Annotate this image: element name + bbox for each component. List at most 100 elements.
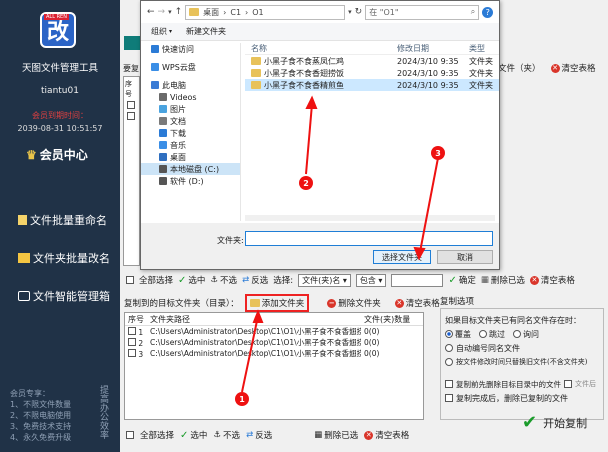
source-row-checkbox[interactable] <box>127 112 135 120</box>
member-center-label: 会员中心 <box>39 148 88 162</box>
cancel-button[interactable]: 取消 <box>437 250 493 264</box>
sidebar: 改 ALL REN 天图文件管理工具 tiantu01 会员到期时间： 2039… <box>0 0 120 452</box>
filter-op-select[interactable]: 包含 ▾ <box>355 273 387 287</box>
file-row[interactable]: 小黑子食不食蒸凤仁鸡 2024/3/10 9:35 文件夹 <box>245 55 499 67</box>
nav-item[interactable]: 本地磁盘 (C:) <box>141 163 240 175</box>
col-name[interactable]: 名称 <box>245 43 397 54</box>
source-row-checkbox[interactable] <box>127 101 135 109</box>
folder-field-label: 文件夹: <box>217 236 244 245</box>
recent-icon[interactable]: ▾ <box>168 8 172 16</box>
folder-icon <box>18 253 30 263</box>
forward-icon[interactable]: → <box>158 7 166 17</box>
delete-selected-button[interactable]: ▦ 删除已选 <box>481 274 525 286</box>
row-checkbox[interactable] <box>128 337 136 346</box>
radio-keep-time[interactable]: 按文件修改时间只替换旧文件(不含文件夹) <box>445 355 599 369</box>
help-icon[interactable]: ? <box>482 6 494 18</box>
unselect-button[interactable]: ⚓ 不选 <box>210 274 237 286</box>
dialog-toolbar: 组织 ▾ 新建文件夹 <box>141 23 499 41</box>
table-row[interactable]: 2 C:\Users\Administrator\Desktop\C1\O1\小… <box>125 337 423 348</box>
start-copy-button[interactable]: ✔ 开始复制 <box>522 412 587 433</box>
filter-bar: 全部选择 ✓ 选中 ⚓ 不选 ⇄ 反选 选择: 文件(夹)名 ▾ 包含 ▾ ✓ … <box>126 272 604 288</box>
nav-item[interactable]: 音乐 <box>141 139 240 151</box>
breadcrumb-c1[interactable]: C1 <box>230 8 241 17</box>
radio-skip[interactable]: 跳过 <box>479 329 505 340</box>
col-type[interactable]: 类型 <box>469 43 499 54</box>
select-folder-button[interactable]: 选择文件夹 <box>373 250 431 264</box>
computer-icon <box>151 81 159 89</box>
filter-value-input[interactable] <box>391 273 444 287</box>
source-list-table[interactable]: 序号 <box>123 76 140 266</box>
nav-item[interactable]: Videos <box>141 91 240 103</box>
nav-item[interactable]: 文档 <box>141 115 240 127</box>
nav-item[interactable]: WPS云盘 <box>141 61 240 73</box>
nav-item-label: Videos <box>170 92 197 102</box>
organize-button[interactable]: 组织 ▾ <box>151 26 172 37</box>
member-center-button[interactable]: ♛ 会员中心 <box>26 146 116 163</box>
clear-target-button[interactable]: ✕ 清空表格 <box>394 297 440 309</box>
back-icon[interactable]: ← <box>147 7 155 17</box>
nav-item-label: 此电脑 <box>162 80 186 90</box>
delete-file-button[interactable]: 文件（夹） <box>498 62 541 74</box>
nav-item[interactable]: 图片 <box>141 103 240 115</box>
nav-smart-manage[interactable]: 文件智能管理箱 <box>18 288 110 304</box>
radio-overwrite[interactable]: 覆盖 <box>445 329 471 340</box>
clear-before-label: 复制前先删除目标目录中的文件 <box>456 379 561 389</box>
refresh-icon[interactable]: ↻ <box>355 7 363 17</box>
nav-item[interactable]: 桌面 <box>141 151 240 163</box>
suffix-checkbox[interactable] <box>564 380 572 388</box>
bottom-select-all-checkbox[interactable] <box>126 431 134 439</box>
file-row[interactable]: 小黑子食不食香翅捞饭 2024/3/10 9:35 文件夹 <box>245 67 499 79</box>
breadcrumb-o1[interactable]: O1 <box>252 8 263 17</box>
col-no: 序号 <box>128 314 144 324</box>
file-row-selected[interactable]: 小黑子食不食香精煎鱼 2024/3/10 9:35 文件夹 <box>245 79 499 91</box>
address-bar[interactable]: 桌面 › C1 › O1 <box>185 4 346 20</box>
slogan: 提高办公效率 <box>98 385 108 439</box>
select-button[interactable]: ✓ 选中 <box>178 274 206 287</box>
bottom-clear-table-button[interactable]: ✕ 清空表格 <box>364 429 409 441</box>
delete-selected-label: 删除已选 <box>490 276 525 286</box>
bottom-invert-button[interactable]: ⇄ 反选 <box>246 429 272 441</box>
col-date[interactable]: 修改日期 <box>397 43 469 54</box>
horizontal-scrollbar[interactable] <box>245 215 495 221</box>
breadcrumb-desktop[interactable]: 桌面 <box>203 7 219 18</box>
select-label: 选中 <box>188 276 206 286</box>
clear-table-label: 清空表格 <box>540 276 575 286</box>
bottom-delete-selected-button[interactable]: ▦ 删除已选 <box>314 429 358 441</box>
radio-auto-number[interactable]: 自动编号同名文件 <box>445 341 599 355</box>
search-input[interactable]: 在 "O1" ⌕ <box>365 4 480 20</box>
table-row[interactable]: 1 C:\Users\Administrator\Desktop\C1\O1\小… <box>125 326 423 337</box>
bottom-select-button[interactable]: ✓ 选中 <box>180 429 207 442</box>
clear-table-button[interactable]: ✕ 清空表格 <box>529 274 575 286</box>
clear-before-checkbox[interactable] <box>445 380 453 388</box>
add-folder-button[interactable]: 添加文件夹 <box>244 294 310 312</box>
select-all-checkbox[interactable] <box>126 276 134 284</box>
clear-table-top-button[interactable]: ✕ 清空表格 <box>550 62 596 74</box>
radio-ask[interactable]: 询问 <box>513 329 539 340</box>
nav-item[interactable]: 此电脑 <box>141 79 240 91</box>
row-checkbox[interactable] <box>128 326 136 335</box>
nav-item[interactable]: 快速访问 <box>141 43 240 55</box>
folder-input[interactable] <box>245 231 493 246</box>
nav-folder-rename[interactable]: 文件夹批量改名 <box>18 250 110 266</box>
row-checkbox[interactable] <box>128 348 136 357</box>
clear-icon: ✕ <box>394 298 404 308</box>
delete-after-checkbox[interactable] <box>445 394 453 402</box>
bottom-unselect-button[interactable]: ⚓ 不选 <box>213 429 240 441</box>
clear-icon: ✕ <box>550 63 560 73</box>
nav-file-rename[interactable]: 文件批量重命名 <box>18 212 107 228</box>
new-folder-button[interactable]: 新建文件夹 <box>186 26 226 37</box>
filter-field-select[interactable]: 文件(夹)名 ▾ <box>298 273 351 287</box>
up-icon[interactable]: ↑ <box>175 7 183 17</box>
drive-icon <box>159 177 167 185</box>
nav-item[interactable]: 软件 (D:) <box>141 175 240 187</box>
target-folder-table[interactable]: 序号 文件夹路径 文件(夹)数量 1 C:\Users\Administrato… <box>124 312 424 420</box>
invert-button[interactable]: ⇄ 反选 <box>242 274 268 286</box>
table-row[interactable]: 3 C:\Users\Administrator\Desktop\C1\O1\小… <box>125 348 423 359</box>
radio-overwrite-label: 覆盖 <box>455 329 471 339</box>
delete-after-label: 复制完成后，删除已复制的文件 <box>456 393 568 403</box>
radio-auto-number-label: 自动编号同名文件 <box>456 343 520 353</box>
confirm-button[interactable]: ✓ 确定 <box>448 274 475 287</box>
nav-item[interactable]: 下载 <box>141 127 240 139</box>
dropdown-icon[interactable]: ▾ <box>348 8 352 16</box>
delete-folder-button[interactable]: − 删除文件夹 <box>327 297 381 309</box>
